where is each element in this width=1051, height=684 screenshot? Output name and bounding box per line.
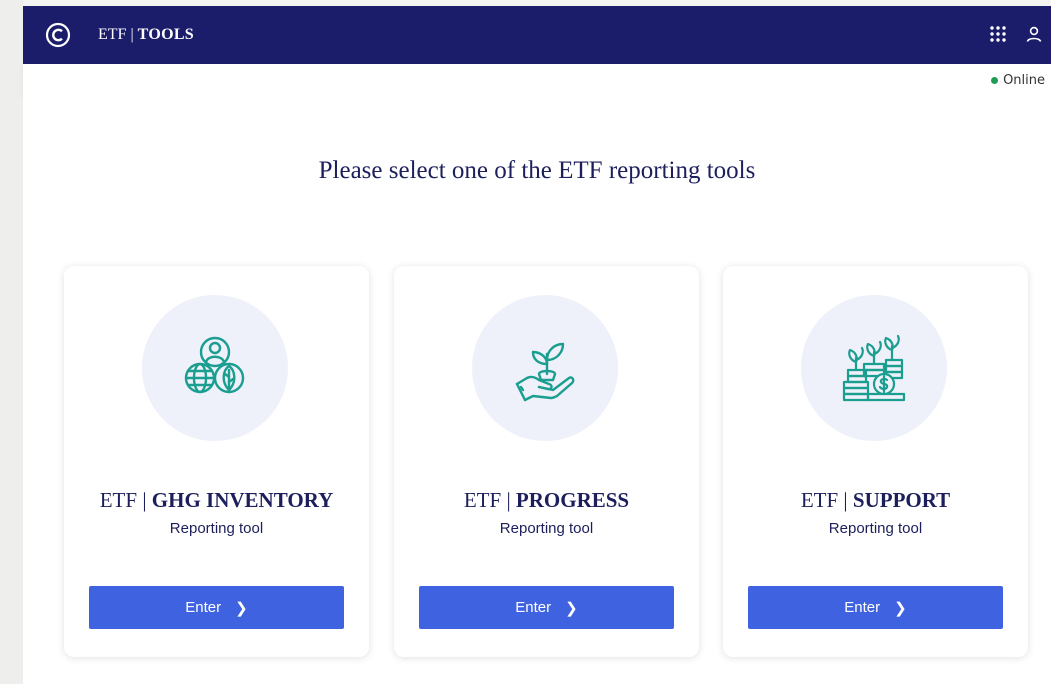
- tool-title: ETF | GHG INVENTORY: [64, 488, 369, 513]
- app-brand[interactable]: ETF | TOOLS: [98, 26, 194, 44]
- tool-subtitle: Reporting tool: [499, 520, 594, 537]
- hand-sprout-icon: [515, 342, 575, 402]
- tool-title-prefix: ETF: [463, 488, 502, 512]
- chevron-right-icon: ❯: [565, 599, 578, 617]
- page-title: Please select one of the ETF reporting t…: [318, 157, 756, 184]
- tool-card-support: ETF | SUPPORT Reporting tool Enter ❯: [723, 266, 1028, 657]
- enter-button-label: Enter: [515, 599, 552, 616]
- main-content: Please select one of the ETF reporting t…: [23, 97, 1051, 684]
- tool-card-progress: ETF | PROGRESS Reporting tool Enter ❯: [394, 266, 699, 657]
- tool-title-separator: |: [843, 488, 848, 512]
- connection-status: Online: [991, 73, 1045, 88]
- enter-button-label: Enter: [185, 599, 222, 616]
- brand-prefix: ETF: [98, 26, 127, 43]
- enter-support-button[interactable]: Enter ❯: [748, 586, 1003, 629]
- tool-title-prefix: ETF: [99, 488, 138, 512]
- coins-plants-icon: [842, 334, 906, 402]
- tool-title-separator: |: [506, 488, 511, 512]
- tool-card-ghg-inventory: ETF | GHG INVENTORY Reporting tool Enter…: [64, 266, 369, 657]
- enter-progress-button[interactable]: Enter ❯: [419, 586, 674, 629]
- brand-separator: |: [130, 26, 134, 43]
- chevron-right-icon: ❯: [894, 599, 907, 617]
- people-globe-leaf-icon: [184, 336, 245, 394]
- tool-title-prefix: ETF: [800, 488, 839, 512]
- top-navigation-bar: ETF | TOOLS: [23, 6, 1051, 64]
- unfccc-logo-icon[interactable]: [43, 20, 73, 50]
- tool-subtitle: Reporting tool: [828, 520, 923, 537]
- enter-ghg-inventory-button[interactable]: Enter ❯: [89, 586, 344, 629]
- tool-icon-circle: [801, 295, 947, 441]
- grid-apps-icon[interactable]: [987, 23, 1009, 45]
- app-window: ETF | TOOLS Online Please select one of …: [23, 6, 1051, 684]
- tool-title-name: PROGRESS: [515, 488, 630, 512]
- tool-icon-circle: [472, 295, 618, 441]
- page-left-margin: [0, 0, 23, 684]
- user-icon[interactable]: [1023, 23, 1045, 45]
- status-label: Online: [1003, 73, 1045, 88]
- status-bar: Online: [23, 64, 1051, 97]
- tool-title: ETF | PROGRESS: [394, 488, 699, 513]
- chevron-right-icon: ❯: [235, 599, 248, 617]
- tool-icon-circle: [142, 295, 288, 441]
- tool-title-separator: |: [142, 488, 147, 512]
- brand-name: TOOLS: [137, 26, 194, 43]
- tool-title-name: SUPPORT: [852, 488, 951, 512]
- tool-subtitle: Reporting tool: [169, 520, 264, 537]
- status-dot-icon: [991, 77, 999, 84]
- tool-title-name: GHG INVENTORY: [151, 488, 334, 512]
- enter-button-label: Enter: [844, 599, 881, 616]
- tool-title: ETF | SUPPORT: [723, 488, 1028, 513]
